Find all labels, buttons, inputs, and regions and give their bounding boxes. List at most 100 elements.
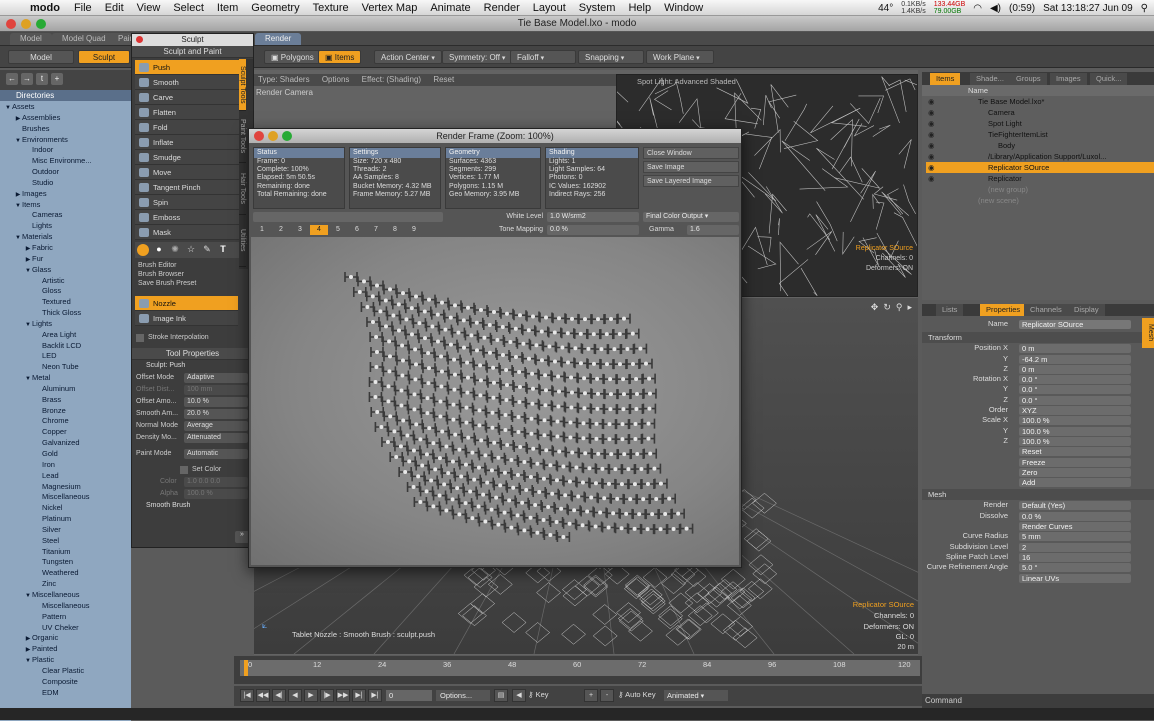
property-value[interactable]: 0.0 °	[1019, 385, 1131, 395]
menu-file[interactable]: File	[74, 2, 92, 14]
menu-animate[interactable]: Animate	[430, 2, 470, 14]
menu-window[interactable]: Window	[664, 2, 703, 14]
menu-help[interactable]: Help	[628, 2, 651, 14]
final-color-output-dropdown[interactable]: Final Color Output	[643, 212, 739, 222]
tool-emboss[interactable]: Emboss	[135, 210, 241, 225]
tool-smooth[interactable]: Smooth	[135, 75, 241, 90]
frame-button[interactable]: 7	[367, 225, 385, 235]
directory-item[interactable]: Brushes	[0, 124, 131, 135]
directory-item[interactable]: Misc Environme...	[0, 156, 131, 167]
tool-spin[interactable]: Spin	[135, 195, 241, 210]
directory-item[interactable]: ▼Assets	[0, 102, 131, 113]
directory-item[interactable]: ▼Items	[0, 200, 131, 211]
color-field[interactable]: 1.0 0.0 0.0	[184, 477, 248, 487]
property-value[interactable]: 5.0 °	[1019, 563, 1131, 573]
frame-button[interactable]: 1	[253, 225, 271, 235]
tool-carve[interactable]: Carve	[135, 90, 241, 105]
frame-field[interactable]: 0	[386, 690, 432, 701]
property-value[interactable]: Render Curves	[1019, 522, 1131, 532]
options-button[interactable]: Options...	[436, 690, 490, 701]
items-tab-items[interactable]: Items	[930, 73, 961, 85]
prop-value-field[interactable]: 20.0 %	[184, 409, 248, 419]
next-key-icon[interactable]: ▶▶	[336, 689, 350, 702]
property-value[interactable]: 0.0 °	[1019, 395, 1131, 405]
viewport-effect[interactable]: Effect: (Shading)	[362, 75, 421, 84]
directory-item[interactable]: Lights	[0, 221, 131, 232]
vtab-paint-tools[interactable]: Paint Tools	[239, 111, 246, 163]
visibility-eye-icon[interactable]: ◉	[928, 140, 935, 151]
property-value[interactable]: 0 m	[1019, 364, 1131, 374]
directory-item[interactable]: Steel	[0, 536, 131, 547]
directory-item[interactable]: Gold	[0, 449, 131, 460]
props-tab-properties[interactable]: Properties	[980, 304, 1027, 316]
directory-item[interactable]: Nickel	[0, 503, 131, 514]
directory-item[interactable]: Neon Tube	[0, 362, 131, 373]
animated-dropdown[interactable]: Animated	[664, 690, 728, 701]
brush-circle-icon[interactable]	[137, 244, 149, 256]
save-image-button[interactable]: Save Image	[643, 161, 739, 173]
wifi-icon[interactable]: ◠	[973, 3, 982, 14]
props-tab-channels[interactable]: Channels	[1024, 304, 1068, 316]
pan-icon[interactable]: ✥	[871, 302, 879, 313]
directory-item[interactable]: EDM	[0, 688, 131, 699]
brush-soft-icon[interactable]: ✺	[169, 244, 181, 256]
goto-end-icon[interactable]: ▶|	[352, 689, 366, 702]
expand-arrow-icon[interactable]: ▼	[24, 320, 32, 331]
close-window-render-button[interactable]: Close Window	[643, 147, 739, 159]
property-value[interactable]: Default (Yes)	[1019, 501, 1131, 511]
prop-value-field[interactable]: 10.0 %	[184, 397, 248, 407]
work-plane-dropdown[interactable]: Work Plane	[646, 50, 714, 64]
maximize-icon[interactable]: ▸	[907, 302, 912, 313]
volume-icon[interactable]: ◀)	[990, 3, 1001, 14]
render-zoom-button[interactable]	[282, 131, 292, 141]
tab-render[interactable]: Render	[255, 33, 302, 45]
expand-arrow-icon[interactable]: ▼	[24, 374, 32, 385]
tool-flatten[interactable]: Flatten	[135, 105, 241, 120]
next-frame-icon[interactable]: |▶	[320, 689, 334, 702]
prop-value-field[interactable]: 100 mm	[184, 385, 248, 395]
auto-key-toggle[interactable]: ⚷ Auto Key	[618, 690, 656, 699]
property-value[interactable]: 16	[1019, 552, 1131, 562]
items-row[interactable]: ◉ Replicator	[926, 173, 1154, 184]
props-tab-lists[interactable]: Lists	[936, 304, 964, 316]
directory-item[interactable]: Magnesium	[0, 482, 131, 493]
directory-item[interactable]: ▼Glass	[0, 265, 131, 276]
symmetry-dropdown[interactable]: Symmetry: Off	[442, 50, 513, 64]
command-field[interactable]: Command	[922, 694, 1154, 708]
prev-frame-icon[interactable]: ◀|	[272, 689, 286, 702]
frame-button[interactable]: 9	[405, 225, 423, 235]
up-icon[interactable]: t	[36, 73, 48, 85]
directory-item[interactable]: Titanium	[0, 547, 131, 558]
menu-select[interactable]: Select	[173, 2, 204, 14]
prop-value-field[interactable]: Adaptive	[184, 373, 248, 383]
vtab-sculpt-tools[interactable]: Sculpt Tools	[239, 59, 246, 111]
key-add-icon[interactable]: +	[584, 689, 598, 702]
sculpt-close-icon[interactable]	[136, 36, 143, 43]
property-value[interactable]: 5 mm	[1019, 532, 1131, 542]
directory-item[interactable]: ▶ Fabric	[0, 243, 131, 254]
property-value[interactable]: 0 m	[1019, 344, 1131, 354]
name-field[interactable]: Replicator SOurce	[1019, 320, 1131, 329]
falloff-dropdown[interactable]: Falloff	[510, 50, 576, 64]
battery-status[interactable]: (0:59)	[1009, 3, 1035, 14]
directory-item[interactable]: Lead	[0, 471, 131, 482]
rotate-icon[interactable]: ↻	[883, 302, 891, 313]
add-icon[interactable]: +	[51, 73, 63, 85]
directory-item[interactable]: Area Light	[0, 330, 131, 341]
forward-icon[interactable]: →	[21, 73, 33, 85]
brush-text-icon[interactable]: T	[217, 244, 229, 256]
property-value[interactable]: Linear UVs	[1019, 573, 1131, 583]
property-value[interactable]: XYZ	[1019, 406, 1131, 416]
items-row[interactable]: ◉ Body	[926, 140, 1154, 151]
model-mode-button[interactable]: Model	[8, 50, 74, 64]
directory-item[interactable]: Brass	[0, 395, 131, 406]
property-value[interactable]: Reset	[1019, 447, 1131, 457]
directory-item[interactable]: ▶ Images	[0, 189, 131, 200]
camera-icon[interactable]: ▤	[494, 689, 508, 702]
expand-arrow-icon[interactable]: ▼	[24, 656, 32, 667]
brush-custom-icon[interactable]: ✎	[201, 244, 213, 256]
app-menu[interactable]: modo	[30, 2, 60, 14]
directory-item[interactable]: Galvanized	[0, 438, 131, 449]
directory-item[interactable]: ▼Environments	[0, 135, 131, 146]
menu-edit[interactable]: Edit	[105, 2, 124, 14]
